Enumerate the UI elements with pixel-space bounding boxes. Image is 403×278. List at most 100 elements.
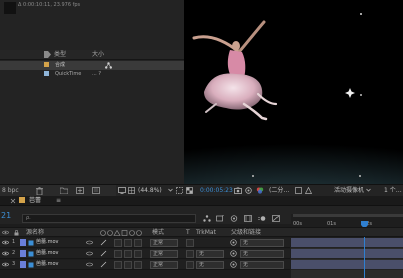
visibility-eye-icon[interactable] xyxy=(2,262,9,267)
parent-dropdown[interactable]: 无 xyxy=(240,250,284,258)
shy-switch-icon[interactable] xyxy=(86,262,93,267)
switch-box[interactable] xyxy=(124,261,132,269)
type-column-header[interactable]: 类型 xyxy=(54,51,66,59)
camera-icon[interactable] xyxy=(234,187,242,194)
monitor-icon[interactable] xyxy=(118,187,126,194)
item-type: 合成 xyxy=(55,62,66,68)
tab-menu-icon[interactable]: ≡ xyxy=(56,197,61,205)
camera-dropdown[interactable]: 活动摄像机 xyxy=(334,187,364,195)
layer-duration-bar[interactable] xyxy=(291,260,403,270)
layer-name[interactable]: 芭蕾.mov xyxy=(36,239,58,246)
switch-box[interactable] xyxy=(134,261,142,269)
blend-mode-dropdown[interactable]: 正常 xyxy=(150,261,178,269)
viewer-footer: (44.8%) 0:00:05:23 (二分… 活动摄像机 1 个… xyxy=(116,184,403,196)
region-of-interest-icon[interactable] xyxy=(176,187,183,194)
composition-viewer[interactable] xyxy=(184,0,403,184)
parent-dropdown[interactable]: 无 xyxy=(240,239,284,247)
layer-name[interactable]: 芭蕾.mov xyxy=(36,250,58,257)
trkmat-value: 无 xyxy=(199,262,205,268)
trkmat-dropdown[interactable]: 无 xyxy=(196,261,224,269)
chevron-down-icon[interactable] xyxy=(366,187,371,193)
pick-whip-icon[interactable] xyxy=(230,239,237,246)
lock-column-icon[interactable] xyxy=(14,230,19,236)
layer-duration-bar[interactable] xyxy=(291,249,403,259)
tab-composition[interactable]: 芭蕾 xyxy=(29,197,41,205)
blend-mode-value: 正常 xyxy=(153,251,164,257)
switch-box[interactable] xyxy=(114,250,122,258)
bpc-button[interactable]: 8 bpc xyxy=(2,187,19,195)
fast-previews-icon[interactable] xyxy=(295,187,302,194)
folder-icon[interactable] xyxy=(60,187,68,194)
shy-switch-icon[interactable] xyxy=(86,251,93,256)
parent-link-column[interactable]: 父级和链接 xyxy=(231,229,261,237)
switch-box[interactable] xyxy=(134,239,142,247)
switches-column-icons[interactable] xyxy=(100,230,145,236)
close-icon[interactable] xyxy=(10,198,16,204)
search-input[interactable]: ρ. xyxy=(22,214,196,223)
transparency-grid-icon[interactable] xyxy=(186,187,193,194)
layer-row[interactable]: 1 芭蕾.mov 正常 无 xyxy=(0,238,290,248)
parent-dropdown[interactable]: 无 xyxy=(240,261,284,269)
eye-column-icon[interactable] xyxy=(2,230,9,235)
grid-icon[interactable] xyxy=(128,187,135,194)
visibility-eye-icon[interactable] xyxy=(2,251,9,256)
shy-layers-icon[interactable] xyxy=(230,215,238,222)
layer-duration-bar[interactable] xyxy=(291,238,403,248)
label-column-icon[interactable] xyxy=(44,51,51,58)
show-snapshot-icon[interactable] xyxy=(245,187,252,194)
motion-blur-icon[interactable] xyxy=(258,215,266,222)
draft-3d-icon[interactable] xyxy=(216,215,224,222)
graph-editor-icon[interactable] xyxy=(272,215,280,222)
work-area-bar[interactable] xyxy=(293,214,403,217)
layer-row[interactable]: 2 芭蕾.mov 正常 无 无 xyxy=(0,249,290,259)
quality-switch-icon[interactable] xyxy=(100,250,107,257)
layer-label-swatch[interactable] xyxy=(20,250,26,257)
project-item-footage[interactable]: QuickTime ... ? xyxy=(0,70,184,79)
current-time-display[interactable]: 0:00:05:23 xyxy=(200,187,233,195)
trash-icon[interactable] xyxy=(36,187,43,195)
comp-flowchart-icon[interactable] xyxy=(203,215,211,222)
layer-column-header: 源名称 模式 T TrkMat 父级和链接 xyxy=(0,227,403,237)
layer-name[interactable]: 芭蕾.mov xyxy=(36,261,58,268)
visibility-eye-icon[interactable] xyxy=(2,240,9,245)
preserve-transparency-box[interactable] xyxy=(186,261,194,269)
t-column[interactable]: T xyxy=(186,229,190,237)
source-name-column[interactable]: 源名称 xyxy=(26,229,44,237)
zoom-dropdown[interactable]: (44.8%) xyxy=(138,187,162,195)
new-composition-icon[interactable] xyxy=(76,187,84,194)
views-dropdown[interactable]: 1 个… xyxy=(384,187,402,195)
switch-box[interactable] xyxy=(114,261,122,269)
quality-switch-icon[interactable] xyxy=(100,261,107,268)
switch-box[interactable] xyxy=(124,239,132,247)
toggle-view-icon[interactable] xyxy=(305,187,312,194)
trkmat-dropdown[interactable]: 无 xyxy=(196,250,224,258)
color-channels-icon[interactable] xyxy=(256,187,264,194)
chevron-down-icon[interactable] xyxy=(168,187,173,193)
interpret-footage-icon[interactable] xyxy=(92,187,100,194)
trkmat-column[interactable]: TrkMat xyxy=(196,229,216,237)
preserve-transparency-box[interactable] xyxy=(186,239,194,247)
shy-switch-icon[interactable] xyxy=(86,240,93,245)
blend-mode-dropdown[interactable]: 正常 xyxy=(150,250,178,258)
layer-row[interactable]: 3 芭蕾.mov 正常 无 无 xyxy=(0,260,290,270)
frame-blending-icon[interactable] xyxy=(244,215,252,222)
layer-duration-tracks[interactable] xyxy=(291,238,403,278)
project-item-composition[interactable]: 合成 xyxy=(0,61,184,70)
switch-box[interactable] xyxy=(134,250,142,258)
switch-box[interactable] xyxy=(114,239,122,247)
preserve-transparency-box[interactable] xyxy=(186,250,194,258)
timeline-current-time[interactable]: 21 xyxy=(1,211,11,221)
item-type: QuickTime xyxy=(55,71,82,77)
layer-label-swatch[interactable] xyxy=(20,261,26,268)
resolution-dropdown[interactable]: (二分… xyxy=(269,187,289,195)
switch-box[interactable] xyxy=(124,250,132,258)
flowchart-icon[interactable] xyxy=(105,62,112,69)
pick-whip-icon[interactable] xyxy=(230,250,237,257)
size-column-header[interactable]: 大小 xyxy=(92,51,104,59)
label-color-swatch xyxy=(44,71,49,76)
layer-label-swatch[interactable] xyxy=(20,239,26,246)
quality-switch-icon[interactable] xyxy=(100,239,107,246)
mode-column[interactable]: 模式 xyxy=(152,229,164,237)
blend-mode-dropdown[interactable]: 正常 xyxy=(150,239,178,247)
pick-whip-icon[interactable] xyxy=(230,261,237,268)
